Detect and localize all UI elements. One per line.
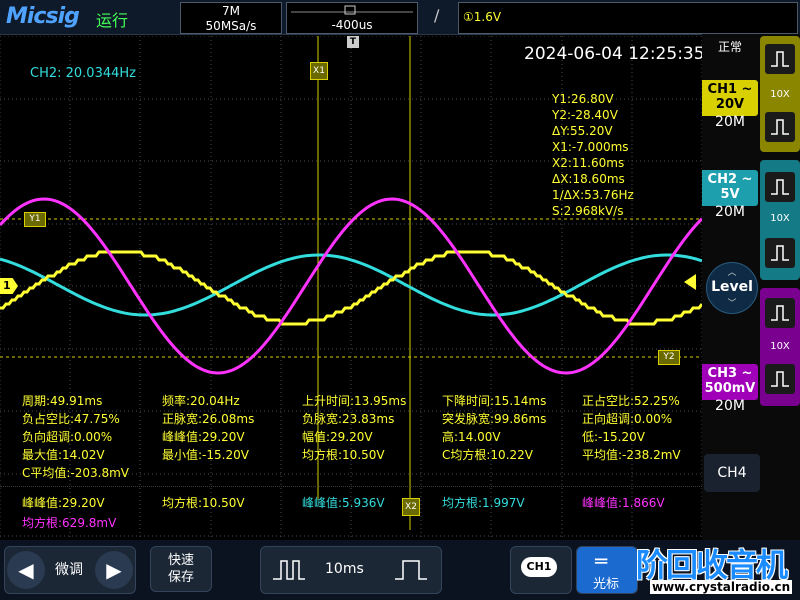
trigger-level-arrow[interactable] [684, 274, 696, 290]
ch2-name: CH2 ~ [707, 172, 753, 187]
measurement: 峰峰值:29.20V [162, 430, 245, 444]
cursor-readout: X1:-7.000ms [552, 140, 629, 154]
frequency-readout: CH2: 20.0344Hz [30, 66, 136, 81]
ch2-side-controls[interactable]: 10X [760, 160, 800, 280]
measurement: 平均值:-238.2mV [582, 448, 681, 462]
ch4-button[interactable]: CH4 [704, 454, 760, 492]
trigger-info-box[interactable]: ①1.6V [458, 2, 798, 34]
ch3-label[interactable]: CH3 ~ 500mV [702, 364, 758, 400]
measurement: 频率:20.04Hz [162, 394, 240, 408]
measurement: 突发脉宽:99.86ms [442, 412, 547, 426]
timebase-group: 10ms [260, 546, 442, 594]
acquisition-info[interactable]: 7M 50MSa/s [180, 2, 282, 34]
timebase-increase-icon[interactable] [269, 555, 309, 589]
ch3-name: CH3 ~ [707, 366, 753, 381]
cursor-readout: X2:11.60ms [552, 156, 625, 170]
summary-measurement: 均方根:1.997V [442, 496, 525, 510]
ch1-invert-button[interactable] [765, 112, 795, 142]
summary-measurement: 均方根:10.50V [162, 496, 245, 510]
cursor-button[interactable]: ═ 光标 [576, 546, 638, 594]
ch2-invert-button[interactable] [765, 238, 795, 268]
ch1-scale: 20V [715, 97, 745, 112]
measurement: 最大值:14.02V [22, 448, 105, 462]
cursor-readout: S:2.968kV/s [552, 204, 624, 218]
measurement: 最小值:-15.20V [162, 448, 249, 462]
ch3-scale: 500mV [704, 381, 756, 396]
cursor-readout-panel: Y1:26.80V Y2:-28.40V ΔY:55.20V X1:-7.000… [552, 91, 634, 219]
time-position: -400us [331, 18, 373, 32]
ch2-coupling-button[interactable] [765, 172, 795, 202]
measurement: 周期:49.91ms [22, 394, 103, 408]
horizontal-position-box[interactable]: -400us [286, 2, 418, 34]
timebase-value: 10ms [325, 561, 364, 577]
cursor-readout: ΔY:55.20V [552, 124, 613, 138]
ch1-coupling-button[interactable] [765, 44, 795, 74]
run-stop-status[interactable]: 运行 [96, 7, 128, 31]
ch1-side-controls[interactable]: 10X [760, 36, 800, 152]
cursor-x2-tag[interactable]: X2 [402, 498, 420, 516]
measurement: 上升时间:13.95ms [302, 394, 407, 408]
measurement: C平均值:-203.8mV [22, 466, 130, 480]
cursor-readout: 1/ΔX:53.76Hz [552, 188, 634, 202]
cursor-button-label: 光标 [593, 577, 620, 592]
cursor-icon: ═ [595, 549, 608, 573]
trigger-time-marker[interactable]: T [347, 36, 359, 48]
ch2-scale: 5V [720, 187, 740, 202]
ch1-select-chip: CH1 [521, 557, 557, 577]
ch1-label[interactable]: CH1 ~ 20V [702, 80, 758, 116]
measurement: 低:-15.20V [582, 430, 645, 444]
cursor-readout: Y2:-28.40V [552, 108, 618, 122]
ch1-bandwidth: 20M [715, 114, 745, 130]
summary-measurement: 峰峰值:1.866V [582, 496, 665, 510]
datetime: 2024-06-04 12:25:35 [524, 44, 705, 64]
acquisition-mode[interactable]: 正常 [718, 38, 742, 55]
cursor-readout: Y1:26.80V [552, 92, 614, 106]
measurement: 下降时间:15.14ms [442, 394, 547, 408]
level-label: Level [711, 279, 753, 295]
memory-depth: 7M [222, 4, 240, 18]
cursor-x1-tag[interactable]: X1 [310, 62, 328, 80]
summary-measurement: 峰峰值:29.20V [22, 496, 105, 510]
rising-edge-icon[interactable]: ∕ [434, 6, 439, 25]
ch3-probe-ratio: 10X [770, 341, 790, 352]
ch2-probe-ratio: 10X [770, 213, 790, 224]
measurement: 负占空比:47.75% [22, 412, 120, 426]
timebase-decrease-icon[interactable] [391, 555, 431, 589]
channel-select-button[interactable]: CH1 [510, 546, 572, 594]
sample-rate: 50MSa/s [205, 19, 257, 33]
measurement: 负脉宽:23.83ms [302, 412, 395, 426]
measurement: 高:14.00V [442, 430, 501, 444]
watermark-url: www.crystalradio.cn [650, 580, 793, 594]
ch1-name: CH1 ~ [707, 82, 753, 97]
brand-logo: Micsig [6, 4, 80, 29]
ch1-probe-ratio: 10X [770, 89, 790, 100]
cursor-readout: ΔX:18.60ms [552, 172, 625, 186]
summary-measurement: 均方根:629.8mV [22, 516, 117, 530]
measurement: 负向超调:0.00% [22, 430, 113, 444]
measurement: C均方根:10.22V [442, 448, 533, 462]
measurement: 幅值:29.20V [302, 430, 373, 444]
ch3-bandwidth: 20M [715, 398, 745, 414]
fine-adjust-group: ◀ 微调 ▶ [4, 546, 136, 594]
summary-measurement: 峰峰值:5.936V [302, 496, 385, 510]
ch3-side-controls[interactable]: 10X [760, 288, 800, 406]
measurement: 正占空比:52.25% [582, 394, 680, 408]
level-knob[interactable]: ︿ Level ﹀ [706, 262, 758, 314]
arrow-right-icon[interactable]: ▶ [95, 551, 133, 589]
ch2-label[interactable]: CH2 ~ 5V [702, 170, 758, 206]
ch3-invert-button[interactable] [765, 364, 795, 394]
ch2-bandwidth: 20M [715, 204, 745, 220]
fine-adjust-label: 微调 [55, 562, 83, 578]
measurement: 正向超调:0.00% [582, 412, 673, 426]
measurement: 均方根:10.50V [302, 448, 385, 462]
quick-save-button[interactable]: 快速 保存 [150, 546, 212, 592]
arrow-left-icon[interactable]: ◀ [7, 551, 45, 589]
measurement: 正脉宽:26.08ms [162, 412, 255, 426]
ch3-coupling-button[interactable] [765, 298, 795, 328]
trigger-level: ①1.6V [463, 10, 502, 24]
cursor-y1-tag[interactable]: Y1 [24, 212, 46, 227]
cursor-y2-tag[interactable]: Y2 [658, 350, 680, 365]
memory-overview-icon [291, 5, 413, 15]
